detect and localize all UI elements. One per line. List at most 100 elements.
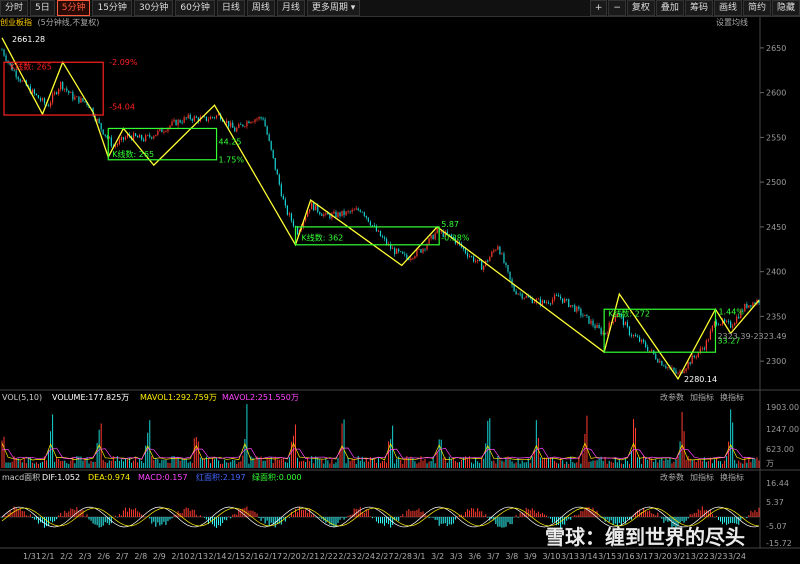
vol-panel-button[interactable]: 加指标 — [690, 392, 714, 402]
vol-mavol1: MAVOL1:292.759万 — [140, 393, 217, 402]
volume-bar — [586, 415, 588, 468]
macd-histogram-bar — [252, 510, 254, 517]
candle-body — [383, 237, 386, 239]
candle-body — [665, 366, 667, 368]
y-tick-label: 2600 — [766, 89, 786, 98]
candle-body — [19, 79, 21, 82]
macd-histogram-bar — [96, 517, 98, 526]
candle-body — [361, 211, 363, 213]
candle-body — [260, 117, 262, 119]
volume-bar — [596, 460, 598, 468]
candle-body — [134, 133, 137, 137]
candle-body — [347, 211, 349, 213]
volume-bar — [157, 459, 159, 468]
volume-bar — [667, 459, 669, 468]
volume-bar — [68, 463, 70, 468]
macd-histogram-bar — [230, 517, 232, 519]
volume-bar — [458, 462, 460, 468]
volume-bar — [396, 458, 398, 468]
candle-body — [416, 249, 418, 257]
macd-histogram-bar — [228, 516, 230, 517]
chart-canvas[interactable]: 2650 2600 2550 2500 2450 2400 2350 2300 2661.28 K… — [0, 0, 800, 564]
macd-histogram-bar — [161, 517, 163, 525]
macd-histogram-bar — [90, 517, 92, 521]
candle-body — [691, 355, 693, 364]
macd-histogram-bar — [645, 511, 647, 517]
macd-histogram-bar — [543, 514, 545, 517]
volume-bar — [600, 456, 602, 468]
volume-bar — [92, 461, 94, 468]
candle-body — [541, 300, 544, 305]
candle-body — [296, 226, 299, 235]
vol-panel-button[interactable]: 换指标 — [720, 392, 744, 402]
volume-bar — [280, 458, 282, 468]
x-axis-label: 2/21 — [301, 552, 319, 561]
candle-body — [311, 202, 313, 210]
candle-body — [262, 118, 264, 120]
candle-body — [84, 101, 86, 103]
macd-histogram-bar — [27, 516, 29, 517]
candle-body — [175, 119, 177, 126]
volume-bar — [715, 458, 717, 468]
macd-histogram-bar — [74, 510, 76, 517]
volume-bar — [74, 463, 76, 468]
macd-histogram-bar — [552, 517, 554, 523]
macd-histogram-bar — [169, 517, 171, 520]
candle-body — [373, 225, 376, 227]
volume-bar — [592, 460, 594, 468]
candle-body — [3, 49, 5, 56]
volume-bar — [701, 461, 703, 468]
vol-panel-button[interactable]: 改参数 — [660, 392, 684, 402]
candle-body — [234, 127, 236, 132]
volume-bar — [720, 461, 722, 468]
macd-histogram-bar — [651, 513, 653, 517]
macd-histogram-bar — [82, 510, 84, 517]
volume-bar — [220, 463, 222, 468]
macd-panel-button[interactable]: 换指标 — [720, 472, 744, 482]
candle-body — [719, 324, 722, 326]
volume-bar — [602, 460, 604, 468]
volume-bar — [525, 462, 527, 468]
macd-histogram-bar — [428, 517, 430, 519]
candle-body — [153, 136, 155, 139]
volume-bar — [639, 457, 641, 468]
vol-axis-label: 1903.00 — [766, 403, 799, 412]
volume-bar — [479, 462, 481, 468]
volume-bar — [584, 433, 586, 468]
candle-body — [576, 306, 578, 312]
volume-bar — [693, 459, 695, 468]
volume-bar — [94, 461, 96, 468]
volume-bar — [268, 459, 270, 468]
candle-body — [734, 322, 736, 326]
macd-histogram-bar — [554, 517, 556, 522]
volume-bar — [582, 453, 584, 468]
x-axis-label: 2/13 — [190, 552, 208, 561]
volume-bar — [11, 461, 13, 468]
volume-bar — [246, 404, 248, 468]
macd-histogram-bar — [649, 510, 651, 517]
macd-histogram-bar — [657, 512, 659, 517]
candle-body — [80, 98, 82, 103]
candle-body — [341, 210, 343, 217]
candle-body — [748, 305, 750, 308]
volume-bar — [309, 461, 311, 468]
candle-body — [475, 261, 477, 262]
candle-body — [72, 92, 74, 100]
macd-histogram-bar — [545, 515, 547, 517]
candle-body — [501, 253, 503, 255]
volume-bar — [331, 459, 333, 468]
volume-bar — [410, 456, 412, 468]
volume-bar — [137, 462, 139, 468]
macd-histogram-bar — [570, 517, 572, 520]
volume-bar — [404, 458, 406, 468]
macd-panel-button[interactable]: 改参数 — [660, 472, 684, 482]
macd-panel-button[interactable]: 加指标 — [690, 472, 714, 482]
candle-body — [349, 211, 351, 213]
macd-histogram-bar — [448, 517, 450, 525]
volume-bar — [574, 463, 576, 468]
macd-histogram-bar — [539, 513, 541, 517]
candle-body — [122, 137, 125, 140]
macd-macd: MACD:0.157 — [138, 473, 188, 482]
candle-body — [549, 303, 552, 305]
volume-bar — [375, 463, 377, 468]
